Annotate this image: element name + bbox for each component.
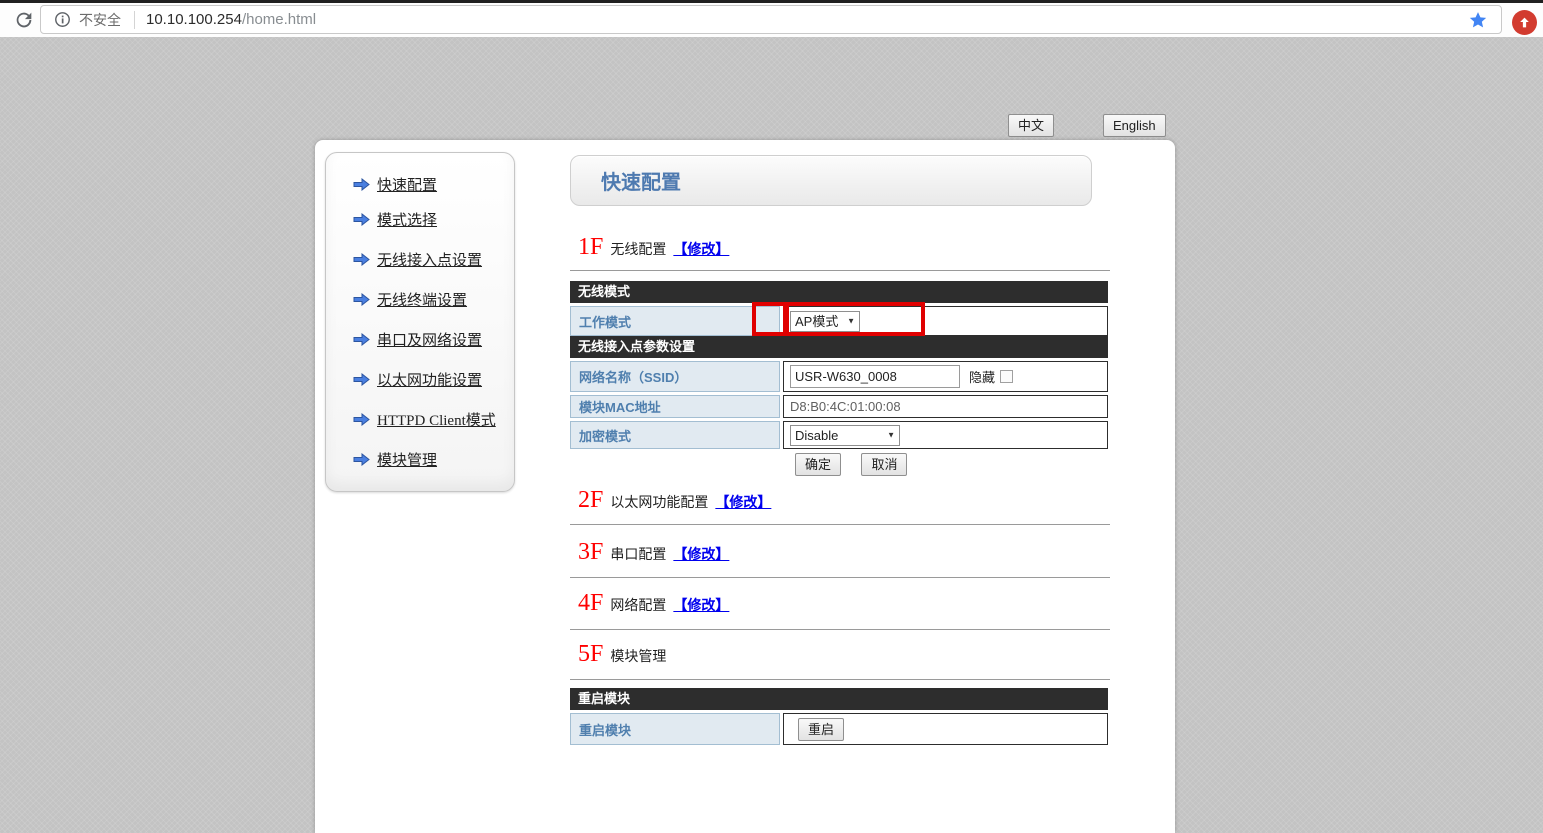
- sidebar-link[interactable]: 无线终端设置: [377, 289, 467, 310]
- table-row: 工作模式 AP模式: [570, 306, 1108, 336]
- restart-button[interactable]: 重启: [798, 718, 844, 741]
- table-row-ssid: 网络名称（SSID） 隐藏: [570, 361, 1108, 392]
- sidebar-item-wireless-ap: 无线接入点设置: [353, 248, 482, 270]
- sidebar-link[interactable]: 以太网功能设置: [377, 369, 482, 390]
- chevron-down-icon: Disable: [790, 425, 900, 446]
- table-row-restart: 重启模块 重启: [570, 713, 1108, 745]
- ok-button[interactable]: 确定: [795, 453, 841, 476]
- restart-cell: 重启: [783, 713, 1108, 745]
- arrow-icon: [353, 333, 370, 346]
- sidebar-link[interactable]: 模式选择: [377, 209, 437, 230]
- sidebar-link[interactable]: 无线接入点设置: [377, 249, 482, 270]
- modify-link[interactable]: 【修改】: [673, 597, 729, 613]
- restart-module-table: 重启模块 重启模块 重启: [570, 688, 1108, 745]
- section-number: 4F: [578, 590, 603, 616]
- language-english-button[interactable]: English: [1103, 114, 1166, 137]
- arrow-icon: [353, 253, 370, 266]
- section-label: 串口配置: [610, 546, 666, 562]
- reload-icon: [13, 9, 35, 31]
- section-3f: 3F 串口配置【修改】: [578, 539, 729, 566]
- work-mode-select[interactable]: AP模式: [790, 311, 860, 332]
- up-arrow-icon: [1518, 16, 1531, 29]
- divider: [570, 270, 1110, 271]
- section-1f: 1F 无线配置【修改】: [578, 234, 729, 261]
- ap-params-table: 无线接入点参数设置 网络名称（SSID） 隐藏 模块MAC地址 D8:B0:4C…: [570, 336, 1108, 449]
- language-chinese-button[interactable]: 中文: [1008, 114, 1054, 137]
- ssid-label: 网络名称（SSID）: [570, 361, 780, 392]
- wireless-mode-table: 无线模式 工作模式 AP模式: [570, 281, 1108, 336]
- divider: [570, 577, 1110, 578]
- ssid-input[interactable]: [790, 365, 960, 388]
- section-5f: 5F 模块管理: [578, 641, 666, 668]
- section-label: 网络配置: [610, 597, 666, 613]
- section-number: 5F: [578, 641, 603, 667]
- security-label: 不安全: [79, 10, 121, 30]
- info-icon: [54, 11, 71, 28]
- arrow-icon: [353, 178, 370, 191]
- section-2f: 2F 以太网功能配置【修改】: [578, 487, 771, 514]
- arrow-icon: [353, 373, 370, 386]
- mac-label: 模块MAC地址: [570, 395, 780, 418]
- arrow-icon: [353, 213, 370, 226]
- table-header: 无线接入点参数设置: [570, 336, 1108, 358]
- encryption-cell: Disable: [783, 421, 1108, 449]
- sidebar-link[interactable]: 串口及网络设置: [377, 329, 482, 350]
- modify-link[interactable]: 【修改】: [673, 241, 729, 257]
- table-header: 无线模式: [570, 281, 1108, 303]
- form-actions: 确定 取消: [795, 453, 923, 476]
- sidebar-item-mode-select: 模式选择: [353, 208, 437, 230]
- modify-link[interactable]: 【修改】: [673, 546, 729, 562]
- sidebar-link[interactable]: 模块管理: [377, 449, 437, 470]
- sidebar-item-serial-network: 串口及网络设置: [353, 328, 482, 350]
- browser-toolbar: 不安全 10.10.100.254/home.html: [0, 3, 1543, 37]
- chevron-down-icon: AP模式: [790, 311, 860, 332]
- divider: [570, 629, 1110, 630]
- sidebar-item-wireless-sta: 无线终端设置: [353, 288, 467, 310]
- sidebar-item-ethernet: 以太网功能设置: [353, 368, 482, 390]
- work-mode-label: 工作模式: [570, 306, 780, 336]
- section-label: 模块管理: [610, 648, 666, 664]
- sidebar-menu: 快速配置 模式选择 无线接入点设置 无线终端设置 串口及网络设置 以太网功能设置…: [325, 152, 515, 492]
- ssid-cell: 隐藏: [783, 361, 1108, 392]
- page-title-panel: 快速配置: [570, 155, 1092, 206]
- encryption-label: 加密模式: [570, 421, 780, 449]
- section-number: 2F: [578, 487, 603, 513]
- encryption-select[interactable]: Disable: [790, 425, 900, 446]
- section-number: 1F: [578, 234, 603, 260]
- divider: [570, 524, 1110, 525]
- section-4f: 4F 网络配置【修改】: [578, 590, 729, 617]
- browser-extension-icon[interactable]: [1512, 10, 1537, 35]
- sidebar-item-httpd-client: HTTPD Client模式: [353, 408, 496, 430]
- bookmark-star-icon[interactable]: [1468, 10, 1488, 30]
- page-title: 快速配置: [601, 166, 681, 195]
- sidebar-link[interactable]: 快速配置: [377, 174, 437, 195]
- arrow-icon: [353, 413, 370, 426]
- hide-ssid-checkbox[interactable]: [1000, 370, 1013, 383]
- address-bar[interactable]: 不安全 10.10.100.254/home.html: [40, 5, 1502, 34]
- reload-button[interactable]: [11, 7, 37, 33]
- mac-value: D8:B0:4C:01:00:08: [783, 395, 1108, 418]
- cancel-button[interactable]: 取消: [861, 453, 907, 476]
- modify-link[interactable]: 【修改】: [715, 494, 771, 510]
- restart-label: 重启模块: [570, 713, 780, 745]
- hide-ssid-label: 隐藏: [969, 367, 995, 386]
- address-separator: [134, 11, 135, 29]
- arrow-icon: [353, 293, 370, 306]
- browser-window: 不安全 10.10.100.254/home.html 中文 English 快…: [0, 0, 1543, 833]
- table-header: 重启模块: [570, 688, 1108, 710]
- table-row-mac: 模块MAC地址 D8:B0:4C:01:00:08: [570, 395, 1108, 418]
- sidebar-link[interactable]: HTTPD Client模式: [377, 409, 496, 430]
- divider: [570, 679, 1110, 680]
- url-host: 10.10.100.254: [146, 11, 242, 28]
- section-label: 以太网功能配置: [610, 494, 708, 510]
- url-path: /home.html: [242, 11, 316, 28]
- sidebar-item-quick-config: 快速配置: [353, 173, 437, 195]
- section-label: 无线配置: [610, 241, 666, 257]
- arrow-icon: [353, 453, 370, 466]
- section-number: 3F: [578, 539, 603, 565]
- url-text: 10.10.100.254/home.html: [146, 11, 316, 28]
- work-mode-cell: AP模式: [783, 306, 1108, 336]
- sidebar-item-module-mgmt: 模块管理: [353, 448, 437, 470]
- table-row-encryption: 加密模式 Disable: [570, 421, 1108, 449]
